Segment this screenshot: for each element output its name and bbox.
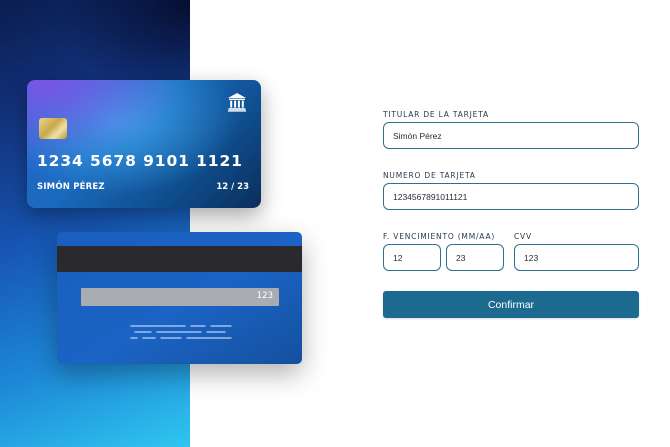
expiry-label: F. VENCIMIENTO (MM/AA) (383, 232, 496, 241)
card-back-cvv-display: 123 (256, 291, 273, 301)
card-number-input[interactable] (383, 183, 639, 210)
card-front-preview: 1234 5678 9101 1121 SIMÓN PÉREZ 12 / 23 (27, 80, 261, 208)
holder-label: TITULAR DE LA TARJETA (383, 110, 489, 119)
confirm-button[interactable]: Confirmar (383, 291, 639, 318)
left-gradient-panel (0, 0, 190, 447)
card-form: TITULAR DE LA TARJETA NUMERO DE TARJETA … (383, 0, 639, 447)
expiry-year-input[interactable] (446, 244, 504, 271)
card-back-decorative-lines (130, 325, 232, 339)
signature-strip: 123 (81, 288, 279, 306)
expiry-month-input[interactable] (383, 244, 441, 271)
card-number-display: 1234 5678 9101 1121 (37, 152, 243, 170)
cvv-input[interactable] (514, 244, 639, 271)
cvv-label: CVV (514, 232, 532, 241)
card-expiry-display: 12 / 23 (216, 182, 249, 192)
bank-icon (228, 93, 246, 112)
card-number-label: NUMERO DE TARJETA (383, 171, 476, 180)
card-chip (39, 118, 67, 139)
card-back-preview: 123 (57, 232, 302, 364)
card-holder-display: SIMÓN PÉREZ (37, 182, 105, 192)
holder-input[interactable] (383, 122, 639, 149)
magnetic-strip (57, 246, 302, 272)
